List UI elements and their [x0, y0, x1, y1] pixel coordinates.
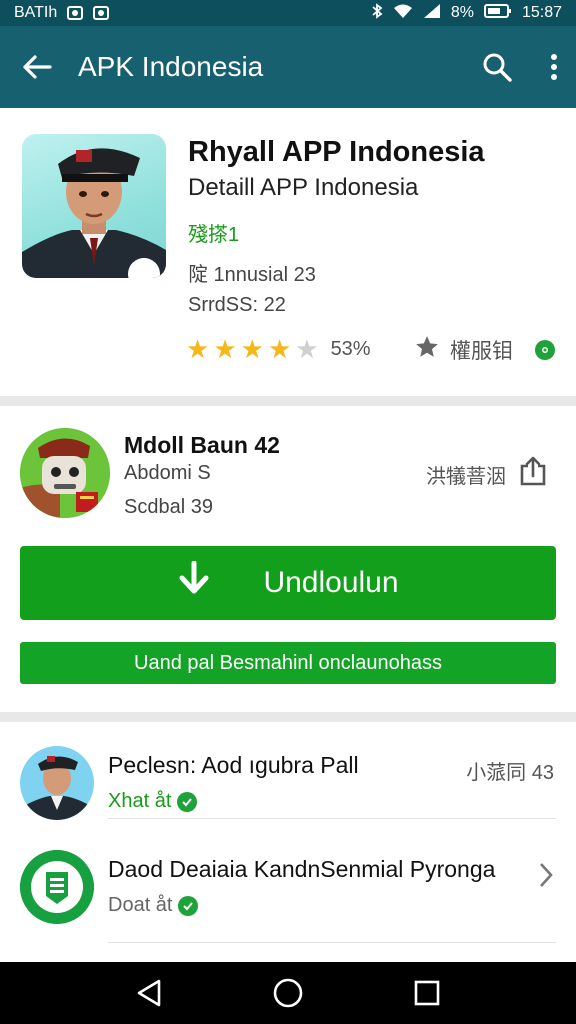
more-vert-icon[interactable]	[550, 53, 558, 81]
share-button[interactable]: 洪犠萻洇	[426, 456, 546, 492]
list-divider	[108, 818, 556, 819]
signal-icon	[423, 3, 441, 24]
star-filled-icon: ★	[186, 334, 210, 364]
camera-notification-icon	[67, 6, 84, 20]
chevron-right-icon[interactable]	[538, 862, 554, 893]
battery-icon	[483, 3, 512, 24]
rating-stars: ★ ★ ★ ★ ★ 53%	[186, 336, 371, 362]
app-meta-installs: 䧑 1nnusial 23	[188, 264, 316, 286]
wishlist-button[interactable]: 權服钼	[414, 334, 555, 366]
gallery-notification-icon	[93, 6, 110, 20]
bluetooth-icon	[371, 2, 383, 24]
share-label: 洪犠萻洇	[426, 465, 506, 488]
share-icon	[520, 456, 546, 492]
list-divider	[108, 942, 556, 943]
page-title: APK Indonesia	[78, 51, 264, 82]
list-item[interactable]	[0, 948, 576, 960]
list-item-subtitle: Doat åt	[108, 894, 199, 917]
star-filled-icon: ★	[240, 334, 264, 364]
wifi-icon	[393, 3, 413, 24]
search-icon[interactable]	[482, 52, 512, 82]
related-apps-list: Peclesn: Aod ıgubra Pall Xhat åt 小蒎同 43 …	[0, 722, 576, 960]
carrier-text: BATIh	[14, 4, 58, 21]
section-divider	[0, 712, 576, 722]
battery-percent: 8%	[450, 4, 474, 21]
download-label: Undloulun	[263, 566, 399, 599]
developer-name[interactable]: 殘搽1	[188, 218, 239, 247]
clock-time: 15:87	[521, 4, 562, 21]
wishlist-label: 權服钼	[450, 340, 513, 363]
download-icon	[177, 560, 211, 605]
avatar	[20, 746, 94, 820]
app-icon[interactable]	[22, 134, 166, 278]
avatar	[20, 850, 94, 924]
version-author: Abdomi S	[124, 462, 211, 484]
section-divider	[0, 396, 576, 406]
system-nav-bar	[0, 962, 576, 1024]
verified-badge-icon	[535, 340, 555, 360]
star-outline-icon	[414, 334, 440, 366]
nav-recents-icon[interactable]	[413, 979, 441, 1007]
app-subtitle: Detaill APP Indonesia	[188, 174, 419, 201]
list-item-meta: 小蒎同 43	[466, 762, 554, 784]
verified-badge-icon	[178, 895, 199, 916]
secondary-download-button[interactable]: Uand pal Besmahinl onclaunohass	[20, 642, 556, 684]
list-item-title: Peclesn: Aod ıgubra Pall	[108, 752, 359, 778]
nav-home-icon[interactable]	[272, 977, 304, 1009]
list-item[interactable]: Peclesn: Aod ıgubra Pall Xhat åt 小蒎同 43	[0, 722, 576, 822]
install-card: Mdoll Baun 42 Abdomi S Scdbal 39 洪犠萻洇 Un…	[0, 406, 576, 712]
app-bar: APK Indonesia	[0, 26, 576, 108]
status-bar: BATIh 8% 15:87	[0, 0, 576, 26]
verified-badge-icon	[177, 791, 198, 812]
back-arrow-icon[interactable]	[22, 54, 52, 80]
version-title: Mdoll Baun 42	[124, 432, 280, 458]
list-item-subtitle: Xhat åt	[108, 790, 198, 813]
list-item-title: Daod Deaiaia KandnSenmial Pyronga	[108, 856, 496, 882]
list-item-sub-label: Xhat åt	[108, 790, 172, 812]
app-meta-size: SrrdSS: 22	[188, 294, 286, 316]
star-empty-icon: ★	[295, 334, 319, 364]
rating-label: 53%	[330, 337, 371, 360]
list-item[interactable]: Daod Deaiaia KandnSenmial Pyronga Doat å…	[0, 826, 576, 926]
version-size: Scdbal 39	[124, 496, 213, 518]
download-button[interactable]: Undloulun	[20, 546, 556, 620]
star-filled-icon: ★	[267, 334, 292, 364]
star-filled-icon: ★	[213, 334, 237, 364]
nav-back-icon[interactable]	[135, 978, 163, 1008]
app-header-card: Rhyall APP Indonesia Detaill APP Indones…	[0, 108, 576, 396]
app-title: Rhyall APP Indonesia	[188, 136, 485, 168]
robot-app-icon[interactable]	[20, 428, 110, 518]
list-item-sub-label: Doat åt	[108, 894, 173, 916]
